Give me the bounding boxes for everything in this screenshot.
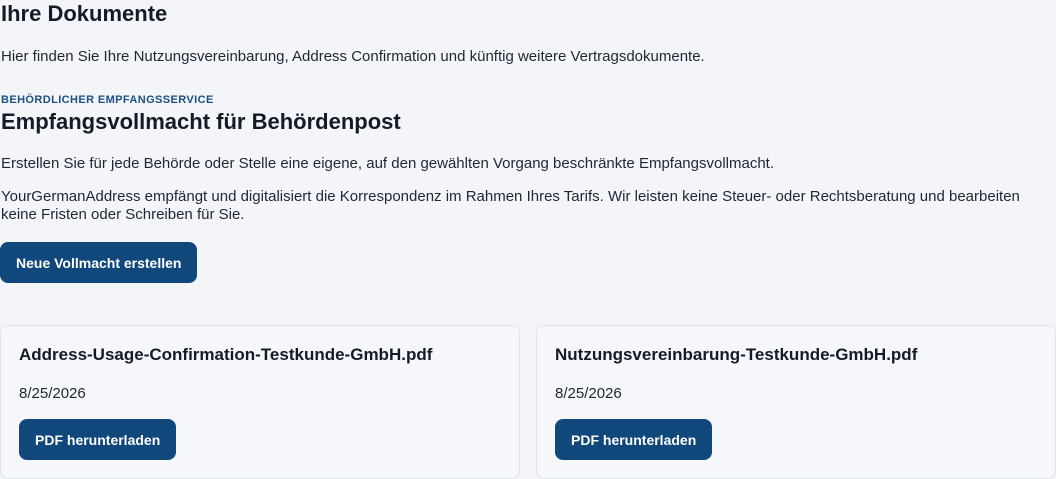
page-intro-text: Hier finden Sie Ihre Nutzungsvereinbarun… [1,48,705,65]
page-title: Ihre Dokumente [1,1,168,26]
document-card: Nutzungsvereinbarung-Testkunde-GmbH.pdf … [536,325,1056,479]
download-pdf-button[interactable]: PDF herunterladen [19,419,177,460]
document-card: Address-Usage-Confirmation-Testkunde-Gmb… [0,325,520,479]
document-date: 8/25/2026 [19,385,86,402]
new-authorization-button[interactable]: Neue Vollmacht erstellen [0,242,198,283]
download-pdf-button[interactable]: PDF herunterladen [555,419,713,460]
section-disclaimer: YourGermanAddress empfängt und digitalis… [1,188,1020,223]
section-title: Empfangsvollmacht für Behördenpost [1,109,401,134]
document-date: 8/25/2026 [555,385,622,402]
section-description: Erstellen Sie für jede Behörde oder Stel… [1,155,774,172]
document-filename: Address-Usage-Confirmation-Testkunde-Gmb… [19,345,433,364]
document-filename: Nutzungsvereinbarung-Testkunde-GmbH.pdf [555,345,918,364]
section-eyebrow: BEHÖRDLICHER EMPFANGSSERVICE [1,94,214,106]
